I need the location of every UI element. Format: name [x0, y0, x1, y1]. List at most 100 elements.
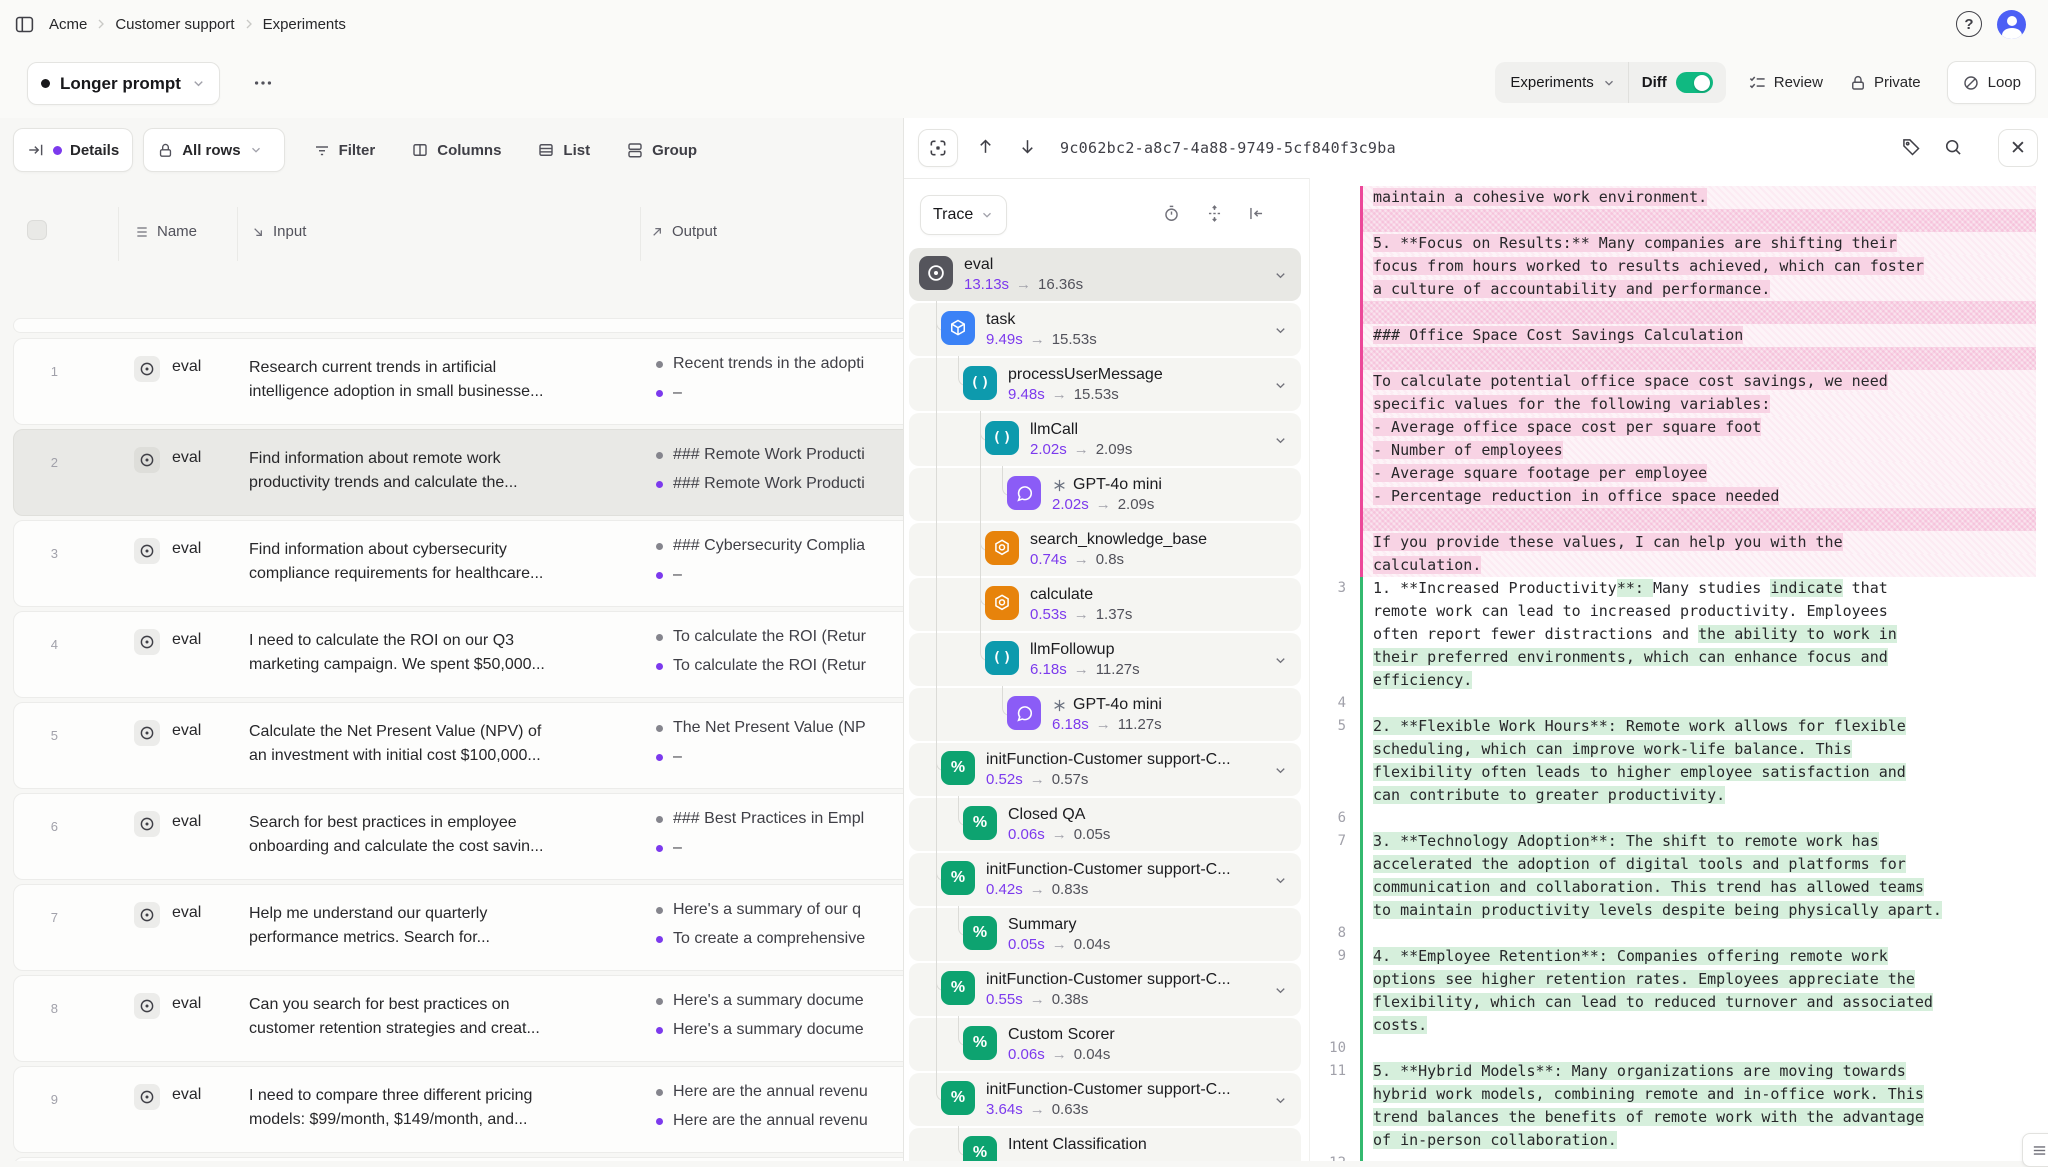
diff-added-line: remote work can lead to increased produc… — [1310, 600, 2048, 623]
trace-span-row[interactable]: calculate0.53s→1.37s — [909, 578, 1301, 631]
chevron-down-icon[interactable] — [1273, 378, 1288, 393]
table-row[interactable]: 6evalSearch for best practices in employ… — [13, 793, 903, 880]
span-title: Custom Scorer — [1008, 1026, 1115, 1044]
chevron-down-icon[interactable] — [1273, 873, 1288, 888]
diff-line-text: - Average office space cost per square f… — [1363, 416, 2036, 439]
sidebar-toggle-icon[interactable] — [14, 14, 35, 35]
diff-added-line: 31. **Increased Productivity**: Many stu… — [1310, 577, 2048, 600]
trace-span-row[interactable]: %initFunction-Customer support-C...0.42s… — [909, 853, 1301, 906]
avatar[interactable] — [1997, 10, 2026, 39]
diff-line-text: ### Office Space Cost Savings Calculatio… — [1363, 324, 2036, 347]
diff-line-text: 2. **Flexible Work Hours**: Remote work … — [1363, 715, 2036, 738]
breadcrumb-page[interactable]: Experiments — [263, 16, 346, 33]
column-header-input[interactable]: Input — [250, 223, 306, 240]
chevron-down-icon[interactable] — [1273, 433, 1288, 448]
table-row[interactable]: 4evalI need to calculate the ROI on our … — [13, 611, 903, 698]
diff-removed-line: If you provide these values, I can help … — [1310, 531, 2048, 554]
filter-button[interactable]: Filter — [304, 129, 385, 171]
diff-line-text — [1363, 301, 2036, 324]
output-line-base: Here are the annual revenu — [656, 1080, 903, 1104]
diff-line-number — [1310, 439, 1360, 462]
expand-trace-button[interactable] — [918, 129, 958, 167]
chevron-down-icon[interactable] — [1273, 653, 1288, 668]
tree-connector-line — [936, 576, 937, 633]
list-button[interactable]: List — [528, 129, 599, 171]
next-row-button[interactable] — [1018, 137, 1037, 156]
close-panel-button[interactable]: ✕ — [1998, 129, 2038, 167]
trace-view-selector[interactable]: Trace — [920, 195, 1007, 235]
select-all-checkbox[interactable] — [27, 220, 47, 240]
private-button[interactable]: Private — [1849, 74, 1921, 92]
trace-span-row[interactable]: %Summary0.05s→0.04s — [909, 908, 1301, 961]
trace-span-row[interactable]: %initFunction-Customer support-C...0.52s… — [909, 743, 1301, 796]
loop-button[interactable]: Loop — [1947, 61, 2036, 104]
diff-line-number: 9 — [1310, 945, 1360, 968]
chevron-down-icon[interactable] — [1273, 268, 1288, 283]
diff-line-number: 7 — [1310, 830, 1360, 853]
arrow-separator: → — [1030, 991, 1045, 1008]
trace-span-row[interactable]: GPT-4o mini2.02s→2.09s — [909, 468, 1301, 521]
duration-base: 6.18s — [1052, 716, 1089, 733]
trace-span-row[interactable]: %initFunction-Customer support-C...3.64s… — [909, 1073, 1301, 1126]
columns-button[interactable]: Columns — [402, 129, 510, 171]
tag-button[interactable] — [1901, 137, 1921, 157]
chevron-right-icon — [93, 16, 109, 32]
chevron-down-icon[interactable] — [1273, 763, 1288, 778]
table-row[interactable]: 3evalFind information about cybersecurit… — [13, 520, 903, 607]
review-button[interactable]: Review — [1748, 73, 1823, 92]
diff-line-text: to maintain productivity levels despite … — [1363, 899, 2036, 922]
group-button[interactable]: Group — [617, 129, 706, 171]
trace-span-row[interactable]: %initFunction-Customer support-C...0.55s… — [909, 963, 1301, 1016]
experiment-selector[interactable]: Longer prompt — [27, 62, 220, 105]
table-row[interactable]: 5evalCalculate the Net Present Value (NP… — [13, 702, 903, 789]
trace-span-row[interactable]: %Custom Scorer0.06s→0.04s — [909, 1018, 1301, 1071]
expand-rows-button[interactable] — [1205, 204, 1224, 223]
trace-span-row[interactable]: %Intent Classification — [909, 1128, 1301, 1161]
help-button[interactable]: ? — [1956, 11, 1982, 37]
diff-line-text — [1363, 347, 2036, 370]
trace-span-row[interactable]: %Closed QA0.06s→0.05s — [909, 798, 1301, 851]
breadcrumb-project[interactable]: Customer support — [115, 16, 234, 33]
trace-id[interactable]: 9c062bc2-a8c7-4a88-9749-5cf840f3c9ba — [1060, 139, 1396, 157]
table-row[interactable]: 8evalCan you search for best practices o… — [13, 975, 903, 1062]
table-row[interactable]: 9evalI need to compare three different p… — [13, 1066, 903, 1153]
chevron-down-icon[interactable] — [1273, 323, 1288, 338]
rows-scope-button[interactable]: All rows — [143, 128, 284, 172]
chevron-down-icon[interactable] — [1273, 983, 1288, 998]
chevron-down-icon[interactable] — [1273, 1093, 1288, 1108]
previous-row-button[interactable] — [976, 137, 995, 156]
collapse-panel-button[interactable] — [1247, 204, 1266, 223]
trace-span-row[interactable]: ()processUserMessage9.48s→15.53s — [909, 358, 1301, 411]
breadcrumb-org[interactable]: Acme — [49, 16, 87, 33]
diff-added-line: often report fewer distractions and the … — [1310, 623, 2048, 646]
diff-line-number — [1310, 278, 1360, 301]
diff-line-number — [1310, 485, 1360, 508]
table-row[interactable]: 10evalResearch industry standards for Sa… — [13, 1157, 903, 1161]
trace-span-row[interactable]: task9.49s→15.53s — [909, 303, 1301, 356]
diff-line-number — [1310, 1106, 1360, 1129]
base-output-dot — [656, 725, 663, 732]
diff-toggle[interactable] — [1676, 72, 1713, 93]
diff-line-number — [1310, 531, 1360, 554]
view-selector[interactable]: Experiments — [1495, 74, 1627, 91]
trace-span-row[interactable]: ()llmCall2.02s→2.09s — [909, 413, 1301, 466]
row-name: eval — [172, 1086, 201, 1104]
timing-button[interactable] — [1162, 204, 1181, 223]
table-row[interactable]: 7evalHelp me understand our quarterlyper… — [13, 884, 903, 971]
diff-removed-line: a culture of accountability and performa… — [1310, 278, 2048, 301]
arrow-up-right-icon — [649, 224, 665, 240]
trace-span-row[interactable]: search_knowledge_base0.74s→0.8s — [909, 523, 1301, 576]
details-button[interactable]: Details — [13, 128, 133, 172]
trace-span-row[interactable]: GPT-4o mini6.18s→11.27s — [909, 688, 1301, 741]
table-row[interactable]: 2evalFind information about remote workp… — [13, 429, 903, 516]
bottom-right-menu-button[interactable] — [2022, 1133, 2048, 1167]
table-row[interactable]: 1evalResearch current trends in artifici… — [13, 338, 903, 425]
experiment-more-button[interactable] — [252, 72, 274, 94]
diff-added-line: communication and collaboration. This tr… — [1310, 876, 2048, 899]
search-trace-button[interactable] — [1943, 137, 1963, 157]
tool-span-icon — [985, 531, 1019, 565]
column-header-name[interactable]: Name — [134, 223, 197, 240]
trace-span-row[interactable]: eval13.13s→16.36s — [909, 248, 1301, 301]
trace-span-row[interactable]: ()llmFollowup6.18s→11.27s — [909, 633, 1301, 686]
column-header-output[interactable]: Output — [649, 223, 717, 240]
